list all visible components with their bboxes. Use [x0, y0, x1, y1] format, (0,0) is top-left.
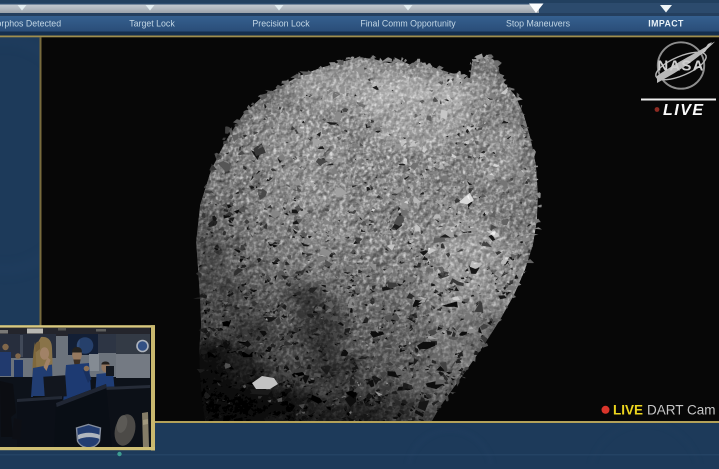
- svg-text:LIVE: LIVE: [663, 102, 705, 119]
- svg-text:Target Lock: Target Lock: [129, 19, 175, 29]
- svg-text:LIVE: LIVE: [613, 403, 643, 418]
- svg-text:NASA: NASA: [657, 58, 704, 75]
- svg-text:Precision Lock: Precision Lock: [252, 19, 310, 29]
- svg-text:DART Cam: DART Cam: [647, 403, 716, 418]
- svg-text:Dimorphos Detected: Dimorphos Detected: [0, 19, 61, 29]
- svg-text:Final Comm Opportunity: Final Comm Opportunity: [360, 19, 456, 29]
- svg-text:Stop Maneuvers: Stop Maneuvers: [506, 19, 571, 29]
- svg-text:IMPACT: IMPACT: [648, 19, 684, 29]
